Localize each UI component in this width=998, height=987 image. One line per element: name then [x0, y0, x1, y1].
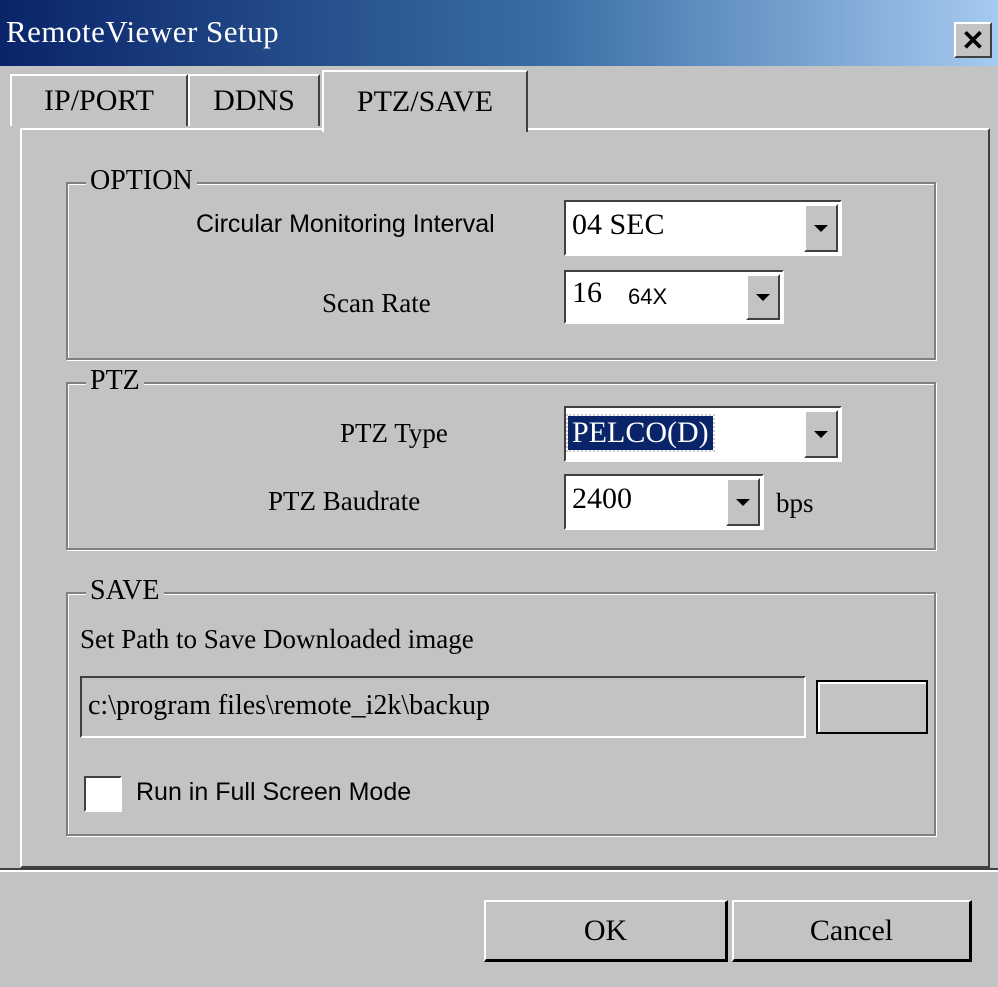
scan-rate-dropdown-button[interactable] — [746, 274, 780, 320]
close-icon: ✕ — [961, 24, 985, 56]
fullscreen-label: Run in Full Screen Mode — [136, 778, 412, 806]
tab-label: IP/PORT — [44, 84, 154, 117]
tab-ip-port[interactable]: IP/PORT — [10, 74, 188, 126]
save-path-value: c:\program files\remote_i2k\backup — [88, 690, 490, 721]
footer-divider — [0, 868, 998, 872]
save-group-label: SAVE — [86, 574, 164, 608]
ok-button-label: OK — [583, 913, 628, 947]
ptz-baudrate-dropdown-button[interactable] — [726, 478, 760, 526]
cancel-button[interactable]: Cancel — [732, 900, 972, 962]
ptz-type-value: PELCO(D) — [566, 414, 715, 452]
ptz-baudrate-value: 2400 — [572, 482, 632, 515]
ptz-type-select[interactable]: PELCO(D) — [564, 406, 842, 462]
tab-label: DDNS — [213, 84, 295, 117]
tab-label: PTZ/SAVE — [356, 85, 494, 118]
ptz-type-label: PTZ Type — [340, 418, 448, 448]
close-button[interactable]: ✕ — [954, 22, 992, 58]
tab-ddns[interactable]: DDNS — [188, 74, 320, 126]
ptz-baudrate-label: PTZ Baudrate — [268, 486, 421, 516]
cancel-button-label: Cancel — [809, 913, 894, 947]
scan-rate-value: 16 — [572, 276, 602, 309]
fullscreen-checkbox[interactable] — [84, 776, 122, 812]
chevron-down-icon — [814, 224, 828, 232]
ptz-type-dropdown-button[interactable] — [804, 410, 838, 458]
save-path-field[interactable]: c:\program files\remote_i2k\backup — [80, 676, 806, 738]
setup-dialog: RemoteViewer Setup ✕ IP/PORT DDNS PTZ/SA… — [0, 0, 998, 987]
scan-rate-select[interactable]: 16 64X — [564, 270, 784, 324]
baudrate-unit: bps — [776, 488, 814, 518]
ptz-baudrate-select[interactable]: 2400 — [564, 474, 764, 530]
circular-interval-value: 04 SEC — [572, 208, 665, 241]
save-path-label: Set Path to Save Downloaded image — [80, 624, 474, 654]
tab-ptz-save[interactable]: PTZ/SAVE — [322, 70, 528, 132]
chevron-down-icon — [756, 293, 770, 301]
title-bar[interactable]: RemoteViewer Setup ✕ — [0, 0, 998, 66]
circular-interval-select[interactable]: 04 SEC — [564, 200, 842, 256]
circular-interval-label: Circular Monitoring Interval — [196, 210, 495, 238]
chevron-down-icon — [814, 430, 828, 438]
scan-rate-label: Scan Rate — [322, 288, 431, 318]
ptz-group-label: PTZ — [86, 364, 144, 398]
chevron-down-icon — [736, 498, 750, 506]
option-group-label: OPTION — [86, 164, 197, 198]
ok-button[interactable]: OK — [484, 900, 728, 962]
browse-button[interactable] — [816, 680, 928, 734]
window-title: RemoteViewer Setup — [6, 14, 280, 49]
circular-interval-dropdown-button[interactable] — [804, 204, 838, 252]
scan-rate-overlay-value: 64X — [628, 284, 668, 309]
